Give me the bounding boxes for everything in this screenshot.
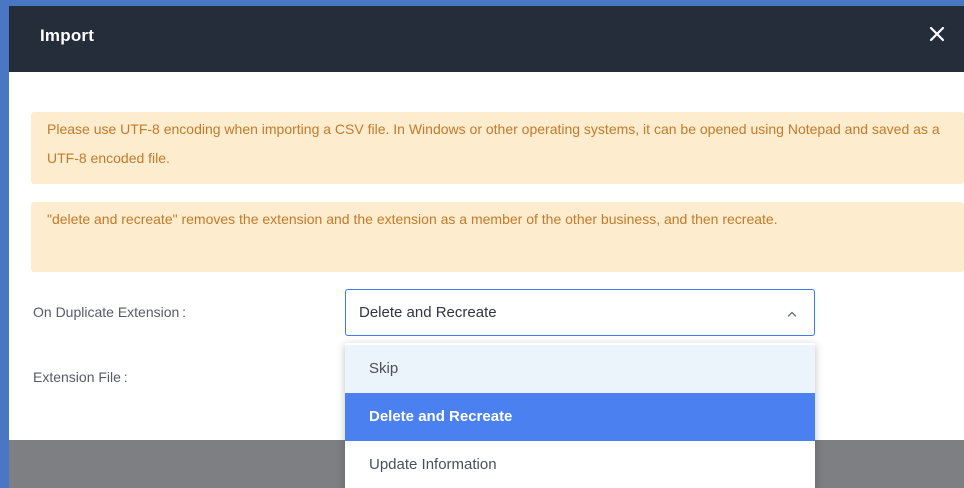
select-value: Delete and Recreate xyxy=(359,304,497,321)
close-icon[interactable] xyxy=(926,23,948,45)
dialog-header: Import xyxy=(9,6,964,72)
duplicate-extension-select[interactable]: Delete and Recreate xyxy=(345,289,815,336)
import-dialog: Import Please use UTF-8 encoding when im… xyxy=(9,6,964,488)
option-skip[interactable]: Skip xyxy=(345,345,815,393)
recreate-notice: "delete and recreate" removes the extens… xyxy=(31,202,964,272)
extension-file-label: Extension File : xyxy=(33,369,128,385)
utf8-notice: Please use UTF-8 encoding when importing… xyxy=(31,112,964,184)
duplicate-options-dropdown: Skip Delete and Recreate Update Informat… xyxy=(345,343,815,488)
duplicate-extension-label: On Duplicate Extension : xyxy=(33,304,186,320)
option-delete-and-recreate[interactable]: Delete and Recreate xyxy=(345,393,815,441)
chevron-up-icon xyxy=(786,307,798,319)
option-update-information[interactable]: Update Information xyxy=(345,441,815,488)
dialog-title: Import xyxy=(40,26,95,45)
